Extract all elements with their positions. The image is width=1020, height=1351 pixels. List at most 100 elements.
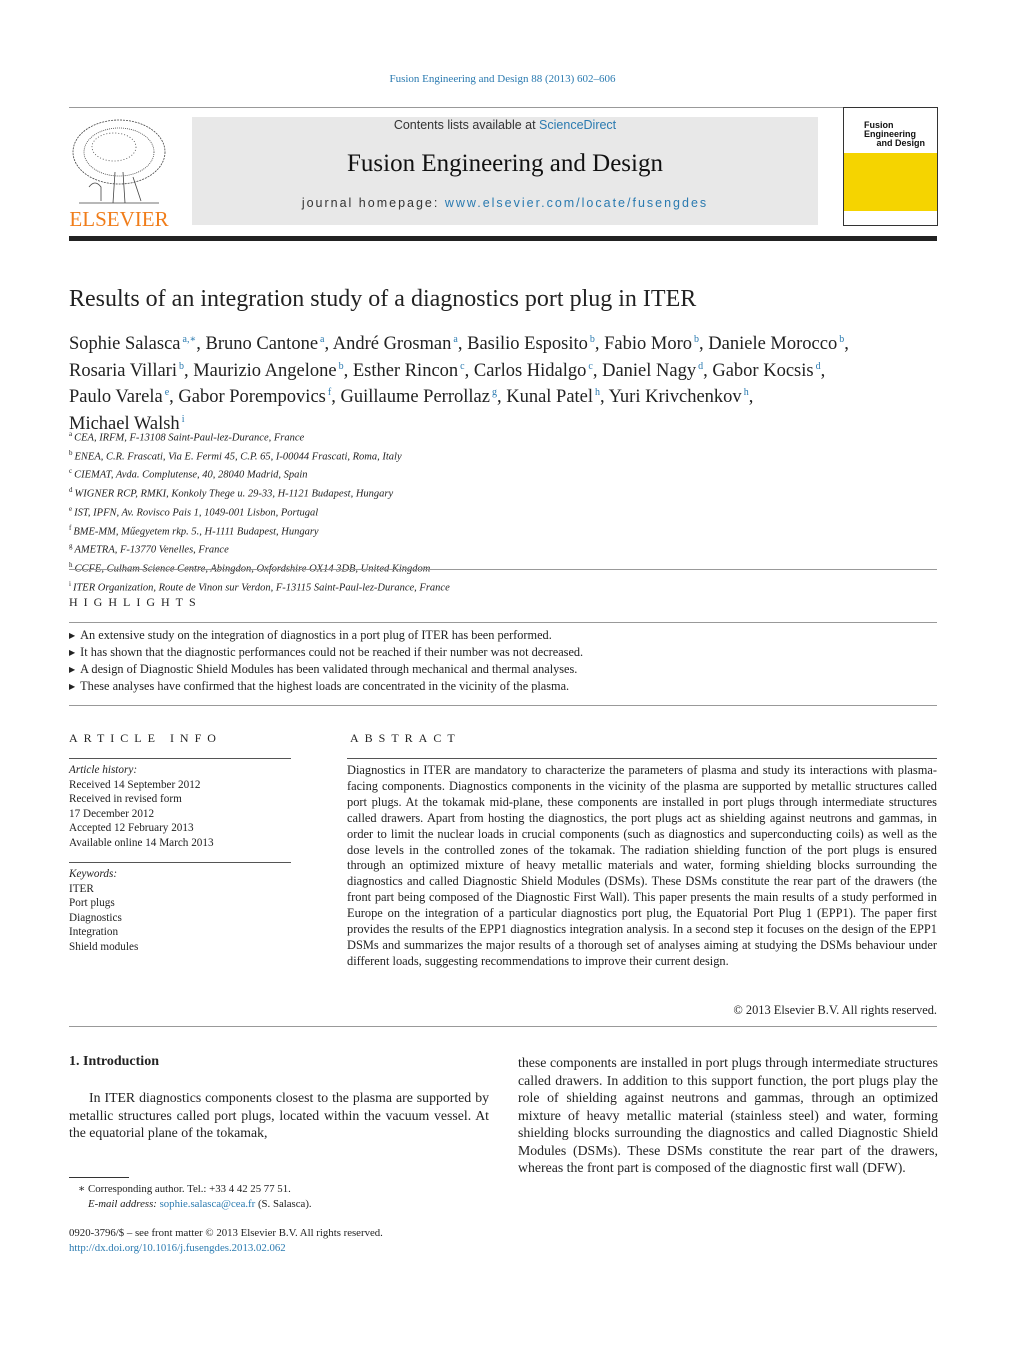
intro-left-column: In ITER diagnostics components closest t… xyxy=(69,1090,489,1140)
affiliation-key: i xyxy=(69,579,71,588)
history-item: Received 14 September 2012 xyxy=(69,778,201,791)
affiliation: i ITER Organization, Route de Vinon sur V… xyxy=(69,577,450,596)
affiliation-marker[interactable]: i xyxy=(182,414,185,425)
journal-header: Contents lists available at ScienceDirec… xyxy=(192,117,818,225)
affiliation: c CIEMAT, Avda. Complutense, 40, 28040 Ma… xyxy=(69,464,450,483)
divider xyxy=(69,1026,937,1027)
affiliation-marker[interactable]: d xyxy=(816,361,821,372)
author-name: Sophie Salasca xyxy=(69,334,181,354)
cover-color-band xyxy=(844,153,937,211)
affiliation: h CCFE, Culham Science Centre, Abingdon, … xyxy=(69,558,450,577)
affiliation-marker[interactable]: h xyxy=(744,387,749,398)
footnote: ∗ Corresponding author. Tel.: +33 4 42 2… xyxy=(78,1182,312,1211)
author: Paulo Varela e xyxy=(69,387,169,407)
author-name: Carlos Hidalgo xyxy=(473,360,587,381)
author-list: Sophie Salasca a,∗, Bruno Cantone a, André… xyxy=(69,334,849,435)
divider xyxy=(69,758,291,759)
affiliation: f BME-MM, Műegyetem rkp. 5., H-1111 Budap… xyxy=(69,521,450,540)
affiliation-text: AMETRA, F-13770 Venelles, France xyxy=(74,544,229,556)
author-name: Gabor Kocsis xyxy=(712,360,814,381)
author: Bruno Cantone a xyxy=(206,334,325,354)
keyword: Shield modules xyxy=(69,940,139,953)
author-name: Bruno Cantone xyxy=(205,334,319,354)
footnote-rule xyxy=(69,1177,129,1178)
affiliation-key: h xyxy=(69,560,73,569)
cover-title: Fusion Engineering and Design xyxy=(844,108,937,153)
article-title: Results of an integration study of a dia… xyxy=(69,286,697,312)
affiliation-marker[interactable]: d xyxy=(698,361,703,372)
author-name: Maurizio Angelone xyxy=(193,360,337,381)
author: Sophie Salasca a,∗ xyxy=(69,334,196,354)
affiliation-text: IST, IPFN, Av. Rovisco Pais 1, 1049-001 … xyxy=(74,507,319,519)
affiliation-key: f xyxy=(69,523,72,532)
author-name: Kunal Patel xyxy=(506,387,594,408)
author-name: Basilio Esposito xyxy=(467,334,588,354)
affiliation-key: c xyxy=(69,467,73,476)
author-name: Esther Rincon xyxy=(352,360,459,381)
abstract-text: Diagnostics in ITER are mandatory to cha… xyxy=(347,763,937,968)
affiliation-marker[interactable]: c xyxy=(588,361,592,372)
affiliation-marker[interactable]: b xyxy=(590,334,595,345)
highlight-item: It has shown that the diagnostic perform… xyxy=(69,644,583,661)
author: Rosaria Villari b xyxy=(69,361,184,381)
affiliation-marker[interactable]: b xyxy=(694,334,699,345)
email-link[interactable]: sophie.salasca@cea.fr xyxy=(160,1198,256,1210)
affiliation-marker[interactable]: e xyxy=(165,387,169,398)
divider xyxy=(69,107,937,108)
author: Maurizio Angelone b xyxy=(193,361,343,381)
author-name: André Grosman xyxy=(332,334,452,354)
affiliation: b ENEA, C.R. Frascati, Via E. Fermi 45, C… xyxy=(69,446,450,465)
author: Kunal Patel h xyxy=(506,387,600,407)
affiliation-marker[interactable]: a,∗ xyxy=(183,334,197,345)
affiliation-marker[interactable]: b xyxy=(839,334,844,345)
publisher-wordmark: ELSEVIER xyxy=(69,207,168,229)
author: Gabor Porempovics f xyxy=(178,387,331,407)
journal-name: Fusion Engineering and Design xyxy=(347,150,663,177)
keywords-label: Keywords: xyxy=(69,868,118,880)
author-name: Yuri Krivchenkov xyxy=(608,387,742,408)
affiliation-marker[interactable]: b xyxy=(339,361,344,372)
divider xyxy=(69,569,937,570)
affiliation: d WIGNER RCP, RMKI, Konkoly Thege u. 29-3… xyxy=(69,483,450,502)
highlights-list: An extensive study on the integration of… xyxy=(69,627,583,695)
affiliation-marker[interactable]: b xyxy=(179,361,184,372)
homepage-label: journal homepage: xyxy=(301,196,445,210)
email-label: E-mail address: xyxy=(88,1197,160,1210)
affiliation: a CEA, IRFM, F-13108 Saint-Paul-lez-Duran… xyxy=(69,427,450,446)
affiliation-marker[interactable]: a xyxy=(320,334,324,345)
intro-right-column: these components are installed in port p… xyxy=(518,1055,938,1175)
affiliation-marker[interactable]: g xyxy=(492,387,497,398)
author-name: Rosaria Villari xyxy=(69,360,177,381)
copyright: © 2013 Elsevier B.V. All rights reserved… xyxy=(733,1003,937,1017)
elsevier-logo: ELSEVIER xyxy=(69,117,169,231)
affiliation-text: CEA, IRFM, F-13108 Saint-Paul-lez-Duranc… xyxy=(74,432,305,444)
keyword: Port plugs xyxy=(69,897,115,909)
affiliation-marker[interactable]: h xyxy=(595,387,600,398)
keyword: ITER xyxy=(69,882,94,895)
affiliation: g AMETRA, F-13770 Venelles, France xyxy=(69,539,450,558)
affiliation-text: ENEA, C.R. Frascati, Via E. Fermi 45, C.… xyxy=(74,451,402,463)
affiliation-marker[interactable]: f xyxy=(328,387,331,398)
history-item: Accepted 12 February 2013 xyxy=(69,822,194,834)
author: Guillaume Perrollaz g xyxy=(340,387,497,407)
author: Basilio Esposito b xyxy=(467,334,595,354)
divider xyxy=(69,862,291,863)
affiliation-key: g xyxy=(69,542,73,551)
doi-link[interactable]: http://dx.doi.org/10.1016/j.fusengdes.20… xyxy=(69,1241,286,1256)
affiliation-list: a CEA, IRFM, F-13108 Saint-Paul-lez-Duran… xyxy=(69,427,450,595)
journal-citation[interactable]: Fusion Engineering and Design 88 (2013) … xyxy=(0,73,1005,85)
author-name: Daniele Morocco xyxy=(708,334,838,354)
affiliation-text: ITER Organization, Route de Vinon sur Ve… xyxy=(72,582,450,594)
contents-label: Contents lists available at xyxy=(393,118,540,132)
divider xyxy=(69,705,937,706)
author: Daniele Morocco b xyxy=(708,334,844,354)
author-name: Guillaume Perrollaz xyxy=(340,387,490,408)
affiliation-marker[interactable]: c xyxy=(460,361,464,372)
author: Carlos Hidalgo c xyxy=(474,361,593,381)
history-item: Available online 14 March 2013 xyxy=(69,836,214,849)
author-name: Gabor Porempovics xyxy=(178,387,326,408)
keywords: Keywords: ITER Port plugs Diagnostics In… xyxy=(69,867,291,954)
homepage-link[interactable]: www.elsevier.com/locate/fusengdes xyxy=(445,196,708,210)
affiliation-marker[interactable]: a xyxy=(453,334,457,345)
sciencedirect-link[interactable]: ScienceDirect xyxy=(539,118,616,132)
